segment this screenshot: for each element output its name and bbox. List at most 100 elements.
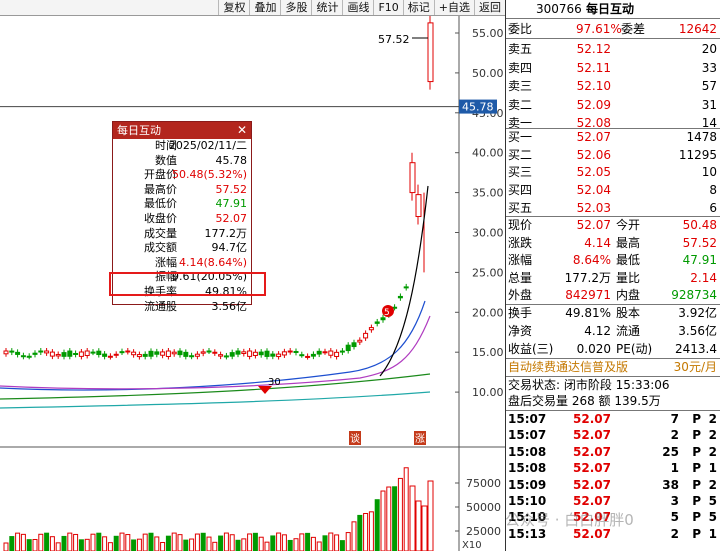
popup-row-value: 57.52: [215, 182, 248, 196]
stat-value: 4.14: [584, 235, 611, 250]
volume-bar: [345, 532, 351, 551]
tick-time: 15:09: [508, 477, 547, 492]
weicha-value: 12642: [678, 22, 717, 36]
weicha-label: 委差: [621, 22, 646, 36]
after-hours-volume: 盘后交易量 268 额 139.5万: [508, 394, 661, 408]
volume-bar: [293, 538, 299, 551]
popup-row-label: 数值: [155, 153, 177, 167]
candle: [339, 350, 345, 353]
candle: [154, 351, 160, 355]
volume-bar: [310, 536, 316, 551]
volume-bar: [200, 532, 206, 551]
candle: [9, 350, 15, 353]
candle: [270, 353, 276, 357]
close-icon[interactable]: ✕: [237, 122, 247, 139]
candle: [171, 351, 177, 355]
candle: [281, 351, 287, 356]
volume-bar: [160, 541, 166, 551]
toolbar-button-6[interactable]: 标记: [402, 0, 434, 15]
tick-flag: P: [692, 444, 701, 459]
ask-row: 卖五 52.12 20: [506, 41, 720, 57]
tick-flag: P: [692, 494, 701, 508]
stat-value: 57.52: [682, 235, 717, 250]
candle: [380, 317, 386, 321]
volume-bar: [32, 538, 38, 551]
stat-label: 量比: [616, 270, 641, 285]
ask-price: 52.09: [576, 97, 611, 112]
stat-value: 50.48: [682, 218, 717, 232]
ask-volume: 33: [701, 60, 717, 75]
candle: [125, 350, 131, 353]
toolbar-button-7[interactable]: +自选: [433, 0, 474, 15]
popup-row-value: 3.56亿: [211, 299, 248, 313]
bid-row: 买五 52.03 6: [506, 200, 720, 216]
volume-bar: [368, 511, 374, 551]
bid-row: 买三 52.05 10: [506, 164, 720, 180]
candle: [223, 355, 229, 358]
bid-label: 买五: [508, 200, 533, 215]
popup-row: 时间 2025/02/11/二: [113, 139, 251, 154]
marker-zhang-label: 涨: [415, 433, 425, 445]
vol-tick-label: 25000: [466, 525, 501, 538]
y-tick-label: 50.00: [472, 67, 504, 80]
toolbar-button-0[interactable]: 复权: [218, 0, 249, 15]
bid-volume: 10: [701, 165, 717, 180]
bid-label: 买二: [508, 147, 533, 162]
volume-bar: [397, 477, 403, 551]
stat-value: 47.91: [682, 253, 717, 268]
volume-bar: [316, 541, 322, 551]
volume-bar: [3, 542, 9, 551]
ask-label: 卖四: [508, 60, 533, 75]
stat-value: 842971: [565, 288, 611, 303]
crosshair-price: 45.78: [462, 101, 494, 114]
candle: [107, 355, 113, 358]
popup-row-value: 50.48(5.32%): [171, 168, 247, 182]
bid-row: 买二 52.06 11295: [506, 147, 720, 163]
volume-bar: [119, 532, 125, 551]
toolbar-button-4[interactable]: 画线: [342, 0, 373, 15]
promo-row[interactable]: 自动续费通达信普及版 30元/月: [506, 359, 720, 375]
candle: [102, 353, 108, 357]
popup-row: 成交额 94.7亿: [113, 241, 251, 256]
volume-bar: [218, 535, 224, 551]
toolbar-button-2[interactable]: 多股: [280, 0, 311, 15]
toolbar-button-5[interactable]: F10: [373, 0, 402, 15]
fundamental-row: 换手 49.81% 股本 3.92亿: [506, 305, 720, 321]
watermark: 公众号 · 白白胖胖0: [505, 511, 634, 529]
tick-flag: P: [692, 461, 701, 476]
volume-bar: [148, 532, 154, 551]
popup-row-label: 成交额: [144, 241, 177, 255]
bid-label: 买三: [508, 165, 533, 180]
ask-label: 卖三: [508, 79, 533, 93]
popup-row: 数值 45.78: [113, 154, 251, 169]
candle: [165, 350, 171, 357]
quote-stat-row: 总量 177.2万 量比 2.14: [506, 270, 720, 286]
tick-flag: P: [692, 412, 701, 426]
bid-price: 52.04: [576, 183, 611, 198]
tick-time: 15:10: [508, 494, 547, 508]
tick-row: 15:10 52.07 3 P 5: [506, 493, 720, 509]
volume-bar: [328, 532, 334, 551]
candle: [241, 351, 247, 354]
popup-row: 最低价 47.91: [113, 197, 251, 212]
tick-count: 5: [708, 494, 717, 508]
toolbar-button-3[interactable]: 统计: [311, 0, 342, 15]
toolbar-button-1[interactable]: 叠加: [249, 0, 280, 15]
tick-row: 15:07 52.07 7 P 2: [506, 411, 720, 427]
candle: [26, 355, 32, 358]
candle: [67, 350, 73, 357]
candle: [409, 162, 416, 194]
ma-line-green: [0, 373, 431, 400]
ask-price: 52.11: [576, 60, 611, 75]
volume-bar: [55, 542, 61, 551]
candle: [212, 351, 218, 354]
toolbar-button-8[interactable]: 返回: [474, 0, 505, 15]
volume-bar: [154, 536, 160, 551]
volume-bar: [102, 536, 108, 551]
candle: [206, 350, 212, 353]
candle: [415, 194, 422, 218]
fund-value: 49.81%: [565, 306, 611, 320]
popup-row-label: 开盘价: [144, 168, 177, 182]
candle: [90, 351, 96, 354]
tick-count: 2: [708, 412, 717, 426]
